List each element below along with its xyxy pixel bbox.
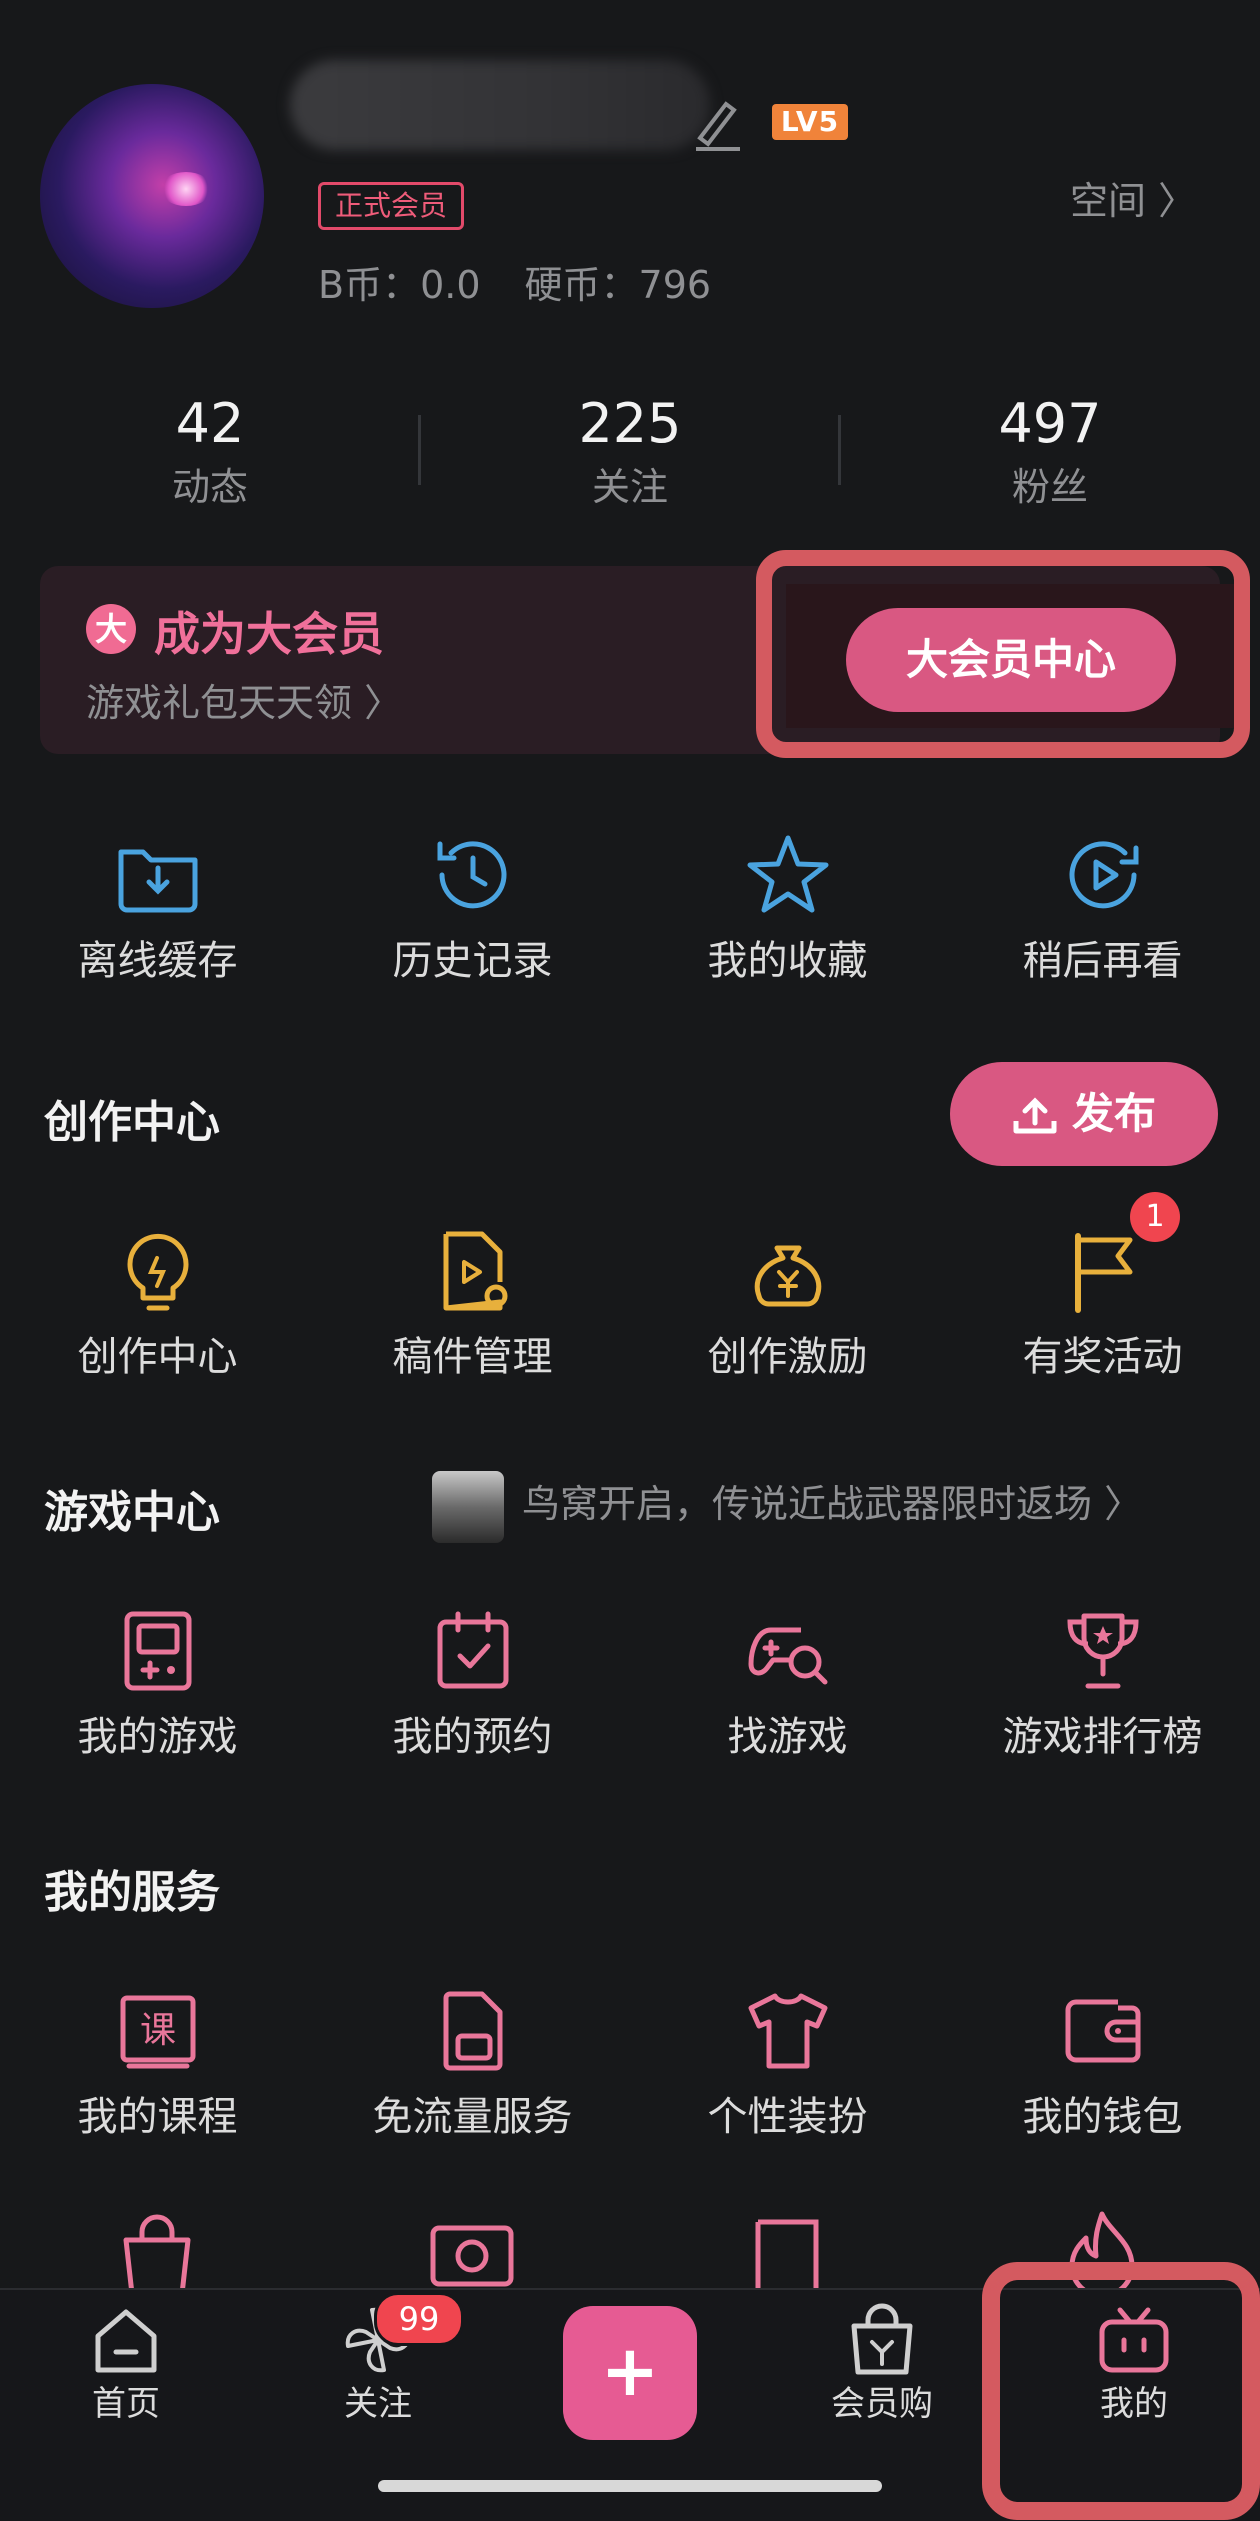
quick-history[interactable]: 历史记录 [315, 830, 630, 988]
game-my-games[interactable]: 我的游戏 [0, 1606, 315, 1764]
section-title-creation: 创作中心 [44, 1097, 220, 1148]
section-title-services: 我的服务 [44, 1867, 220, 1918]
follow-count-badge: 99 [374, 2292, 464, 2346]
service-wallet[interactable]: 我的钱包 [945, 1986, 1260, 2144]
hard-coin: 硬币：796 [524, 263, 712, 307]
shopping-bag-icon [851, 2303, 913, 2375]
game-promo-link[interactable]: 鸟窝开启，传说近战武器限时返场 〉 [432, 1466, 1143, 1543]
course-glyph: 课 [139, 2010, 175, 2051]
course-icon: 课 [120, 1995, 195, 2069]
vip-center-button[interactable]: 大会员中心 [846, 608, 1176, 712]
stat-number: 225 [578, 392, 682, 455]
creation-manuscripts[interactable]: 稿件管理 [315, 1226, 630, 1384]
service-label: 我的钱包 [1022, 2094, 1183, 2140]
history-clock-icon [437, 841, 506, 909]
tv-icon [430, 2225, 514, 2287]
creation-label: 创作中心 [77, 1334, 238, 1380]
game-label: 找游戏 [727, 1714, 848, 1760]
tab-home[interactable]: 首页 [26, 2300, 226, 2428]
creation-label: 有奖活动 [1022, 1334, 1183, 1380]
stat-number: 42 [175, 392, 245, 455]
creation-events[interactable]: 有奖活动 [945, 1226, 1260, 1384]
service-free-data[interactable]: 免流量服务 [315, 1986, 630, 2144]
star-icon [747, 835, 828, 913]
edit-pencil-icon[interactable] [690, 92, 744, 152]
calendar-check-icon [437, 1611, 508, 1689]
game-label: 游戏排行榜 [1002, 1714, 1203, 1760]
quick-label: 稍后再看 [1022, 938, 1183, 984]
notification-badge: 1 [1130, 1192, 1180, 1242]
plus-button[interactable]: + [563, 2306, 697, 2440]
sim-card-icon [443, 1991, 502, 2071]
upload-icon [1013, 1096, 1057, 1133]
space-link[interactable]: 空间 〉 [1070, 170, 1196, 225]
manuscript-icon [443, 1231, 507, 1311]
username-redacted [290, 60, 710, 150]
creation-center[interactable]: 创作中心 [0, 1226, 315, 1384]
lightbulb-icon [127, 1233, 188, 1311]
section-title-games: 游戏中心 [44, 1487, 220, 1538]
gameboy-icon [124, 1611, 191, 1691]
game-ranking[interactable]: 游戏排行榜 [945, 1606, 1260, 1764]
service-label: 我的课程 [77, 2094, 238, 2140]
service-label: 免流量服务 [372, 2094, 573, 2140]
home-indicator[interactable] [378, 2480, 882, 2492]
vip-title[interactable]: 成为大会员 [154, 598, 384, 664]
level-badge: LV5 [772, 104, 848, 140]
shopping-bag-icon [123, 2214, 191, 2294]
service-courses[interactable]: 课 我的课程 [0, 1986, 315, 2144]
game-reservations[interactable]: 我的预约 [315, 1606, 630, 1764]
quick-watch-later[interactable]: 稍后再看 [945, 830, 1260, 988]
quick-label: 历史记录 [392, 938, 553, 984]
game-find[interactable]: 找游戏 [630, 1606, 945, 1764]
tab-vip-shop[interactable]: 会员购 [782, 2300, 982, 2428]
game-label: 我的游戏 [77, 1714, 238, 1760]
avatar[interactable] [40, 84, 264, 308]
stat-number: 497 [998, 392, 1102, 455]
download-folder-icon [118, 849, 197, 913]
comic-icon [755, 2219, 819, 2292]
quick-label: 离线缓存 [77, 938, 238, 984]
trophy-icon [1066, 1613, 1139, 1689]
flag-icon [1074, 1233, 1132, 1313]
game-label: 我的预约 [392, 1714, 553, 1760]
tab-label: 关注 [344, 2384, 412, 2424]
stat-label: 动态 [171, 465, 248, 509]
quick-label: 我的收藏 [707, 938, 868, 984]
game-promo-text: 鸟窝开启，传说近战武器限时返场 〉 [522, 1482, 1143, 1526]
vip-subtitle[interactable]: 游戏礼包天天领 〉 [86, 672, 402, 727]
tshirt-icon [748, 1993, 827, 2069]
stat-label: 关注 [591, 465, 668, 509]
watch-later-icon [1069, 841, 1138, 909]
quick-offline-cache[interactable]: 离线缓存 [0, 830, 315, 988]
wallet-icon [1065, 1999, 1140, 2063]
creation-label: 稿件管理 [392, 1334, 553, 1380]
service-label: 个性装扮 [707, 2094, 868, 2140]
stat-label: 粉丝 [1011, 465, 1088, 509]
quick-favorites[interactable]: 我的收藏 [630, 830, 945, 988]
tab-label: 会员购 [831, 2384, 933, 2424]
highlight-box [982, 2262, 1260, 2520]
game-thumbnail [432, 1470, 504, 1543]
home-icon [95, 2309, 157, 2373]
gamepad-search-icon [748, 1627, 827, 1685]
tab-label: 首页 [92, 2384, 160, 2424]
stat-fans[interactable]: 497 粉丝 [840, 388, 1260, 514]
member-tag: 正式会员 [318, 182, 465, 230]
stat-dynamics[interactable]: 42 动态 [0, 388, 420, 514]
publish-label: 发布 [1071, 1089, 1156, 1138]
creation-label: 创作激励 [707, 1334, 868, 1380]
vip-badge-icon: 大 [86, 604, 136, 654]
publish-button[interactable]: 发布 [950, 1062, 1218, 1166]
b-coin: B币：0.0 [318, 263, 481, 307]
service-dressup[interactable]: 个性装扮 [630, 1986, 945, 2144]
coin-info: B币：0.0 硬币：796 [318, 254, 755, 309]
stat-following[interactable]: 225 关注 [420, 388, 840, 514]
money-bag-icon [754, 1245, 821, 1307]
creation-incentive[interactable]: 创作激励 [630, 1226, 945, 1384]
